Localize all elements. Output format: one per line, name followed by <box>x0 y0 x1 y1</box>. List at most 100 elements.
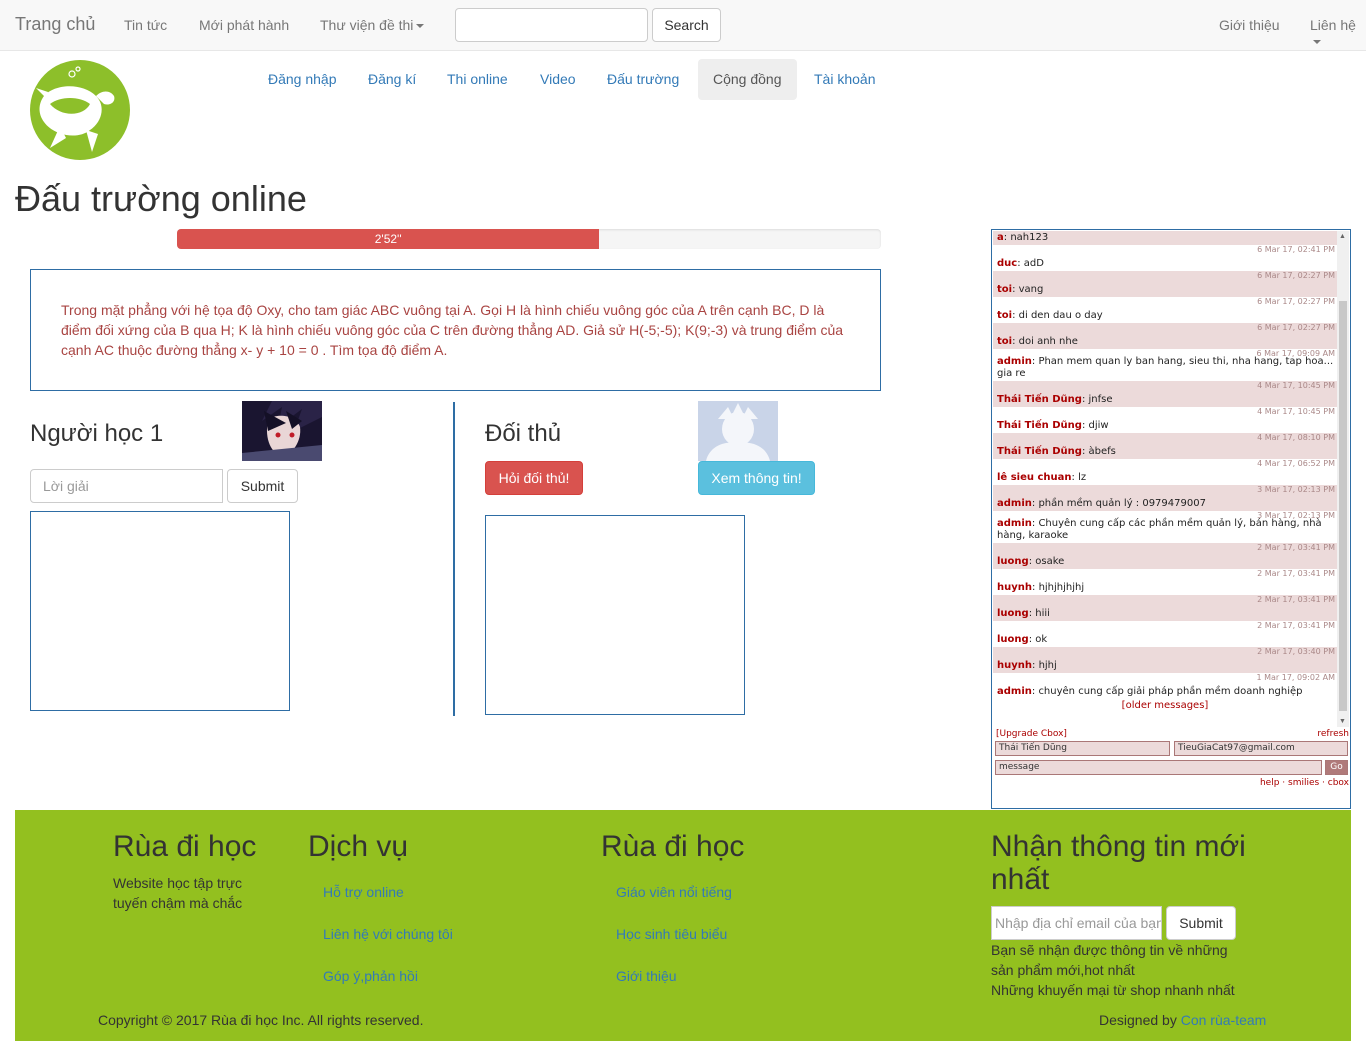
chat-message-date: 1 Mar 17, 09:02 AM <box>1256 673 1335 682</box>
chat-message-text: chuyên cung cấp giải pháp phần mềm doanh… <box>1038 686 1303 697</box>
chat-message: 4 Mar 17, 08:10 PM Thái Tiến Dũng: àbefs <box>993 433 1337 459</box>
chat-message-line: lê sieu chuan: lz <box>997 472 1087 483</box>
newsletter-promo-text: Những khuyến mại từ shop nhanh nhất <box>991 982 1235 998</box>
chat-message-line: admin: chuyên cung cấp giải pháp phần mề… <box>997 686 1303 697</box>
newsletter-email-input[interactable]: Nhập địa chỉ email của bạn <box>991 906 1162 940</box>
chat-message-author[interactable]: admin <box>997 356 1032 367</box>
designed-by: Designed by Con rùa-team <box>1099 1010 1266 1030</box>
copyright: Copyright © 2017 Rùa đi học Inc. All rig… <box>98 1012 424 1028</box>
search-input[interactable] <box>455 8 648 42</box>
chat-message: 2 Mar 17, 03:41 PM luong: hiii <box>993 595 1337 621</box>
chat-message-author[interactable]: Thái Tiến Dũng <box>997 446 1082 457</box>
chat-message-line: a: nah123 <box>997 232 1049 243</box>
chat-message-author[interactable]: Thái Tiến Dũng <box>997 394 1082 405</box>
footer-link-contact-us[interactable]: Liên hệ với chúng tôi <box>323 926 453 942</box>
chat-message-author[interactable]: duc <box>997 258 1017 269</box>
column-divider <box>453 402 455 716</box>
chat-message-author[interactable]: luong <box>997 634 1029 645</box>
chat-message-line: toi: doi anh nhe <box>997 336 1078 347</box>
chat-email-field[interactable]: TieuGiaCat97@gmail.com <box>1174 741 1348 756</box>
nav-contact[interactable]: Liên hệ <box>1310 17 1366 49</box>
chat-name-field[interactable]: Thái Tiến Dũng <box>995 741 1170 756</box>
view-info-button[interactable]: Xem thông tin! <box>698 461 815 495</box>
chat-message: 6 Mar 17, 02:27 PM toi: di den dau o day <box>993 297 1337 323</box>
chat-message-author[interactable]: a <box>997 232 1004 243</box>
refresh-link[interactable]: refresh <box>1317 729 1349 739</box>
chat-message-text: osake <box>1035 556 1065 567</box>
footer-link-online-support[interactable]: Hỗ trợ online <box>323 884 404 900</box>
opponent-answer-area <box>485 515 745 715</box>
chat-message: 4 Mar 17, 06:52 PM lê sieu chuan: lz <box>993 459 1337 485</box>
chat-message-author[interactable]: toi <box>997 284 1012 295</box>
pill-community[interactable]: Cộng đồng <box>698 59 797 100</box>
footer-about-title: Rùa đi học <box>113 830 257 863</box>
timer-progress: 2'52'' <box>177 229 881 249</box>
chat-box: a: nah123 6 Mar 17, 02:41 PM duc: adD 6 Mar… <box>991 229 1351 809</box>
answer-submit-button[interactable]: Submit <box>227 469 298 503</box>
nav-new-releases[interactable]: Mới phát hành <box>199 17 289 33</box>
chat-message-author[interactable]: luong <box>997 556 1029 567</box>
caret-down-icon <box>416 24 425 29</box>
chat-message-author[interactable]: admin <box>997 498 1032 509</box>
chat-message-date: 4 Mar 17, 08:10 PM <box>1257 433 1335 442</box>
upgrade-cbox-link[interactable]: [Upgrade Cbox] <box>996 729 1067 739</box>
chat-message-text: adD <box>1023 258 1044 269</box>
chat-message-text: hjhj <box>1038 660 1057 671</box>
chat-message-line: Thái Tiến Dũng: àbefs <box>997 446 1116 457</box>
pill-register[interactable]: Đăng kí <box>353 59 431 100</box>
chat-message-author[interactable]: toi <box>997 336 1012 347</box>
designer-link[interactable]: Con rùa-team <box>1181 1012 1267 1028</box>
pill-account[interactable]: Tài khoản <box>799 59 890 100</box>
search-button[interactable]: Search <box>652 8 721 42</box>
page-title: Đấu trường online <box>15 178 307 219</box>
footer-link-students[interactable]: Học sinh tiêu biểu <box>616 926 727 942</box>
chat-message-author[interactable]: huynh <box>997 660 1032 671</box>
chat-message-text: phần mềm quản lý : 0979479007 <box>1038 498 1206 509</box>
chat-message-author[interactable]: lê sieu chuan <box>997 472 1072 483</box>
pill-video[interactable]: Video <box>525 59 591 100</box>
chat-message-line: admin: Chuyên cung cấp các phần mềm quản… <box>997 518 1322 541</box>
chat-message-date: 2 Mar 17, 03:41 PM <box>1257 569 1335 578</box>
ask-opponent-button[interactable]: Hỏi đối thủ! <box>485 461 583 495</box>
turtle-logo[interactable] <box>30 60 130 160</box>
answer-input[interactable]: Lời giải <box>30 469 223 503</box>
pill-online-test[interactable]: Thi online <box>432 59 523 100</box>
nav-news[interactable]: Tin tức <box>124 17 167 33</box>
chat-scroll-thumb[interactable] <box>1339 301 1347 711</box>
newsletter-submit-button[interactable]: Submit <box>1166 906 1236 940</box>
chat-message-author[interactable]: toi <box>997 310 1012 321</box>
pill-arena[interactable]: Đấu trường <box>592 59 694 100</box>
pill-login[interactable]: Đăng nhập <box>253 59 352 100</box>
chat-message-line: luong: osake <box>997 556 1065 567</box>
scroll-down-icon[interactable]: ▼ <box>1339 718 1346 725</box>
chat-scrollbar[interactable]: ▲ ▼ <box>1337 231 1349 727</box>
nav-about[interactable]: Giới thiệu <box>1219 17 1280 33</box>
question-box: Trong mặt phẳng với hệ tọa độ Oxy, cho t… <box>30 269 881 391</box>
chat-message-author[interactable]: luong <box>997 608 1029 619</box>
chat-message-line: duc: adD <box>997 258 1044 269</box>
chat-message-text: di den dau o day <box>1018 310 1103 321</box>
chat-message-author[interactable]: admin <box>997 686 1032 697</box>
chat-go-button[interactable]: Go <box>1325 760 1348 775</box>
older-messages-link[interactable]: [older messages] <box>993 699 1337 713</box>
chat-message-field[interactable]: message <box>995 760 1322 775</box>
chat-message-author[interactable]: admin <box>997 518 1032 529</box>
chat-message: 4 Mar 17, 10:45 PM Thái Tiến Dũng: djiw <box>993 407 1337 433</box>
footer-link-teachers[interactable]: Giáo viên nổi tiếng <box>616 884 732 900</box>
chat-message: 1 Mar 17, 09:02 AM admin: chuyên cung cấp… <box>993 673 1337 699</box>
footer-newsletter-title: Nhận thông tin mới nhất <box>991 830 1246 896</box>
nav-exam-library[interactable]: Thư viện đề thi <box>320 17 425 33</box>
chat-message-text: hiii <box>1035 608 1050 619</box>
newsletter-text: Bạn sẽ nhận được thông tin về những sản … <box>991 942 1228 978</box>
brand-link[interactable]: Trang chủ <box>15 14 95 35</box>
chat-message-author[interactable]: Thái Tiến Dũng <box>997 420 1082 431</box>
footer-link-about[interactable]: Giới thiệu <box>616 968 677 984</box>
caret-down-icon <box>1313 40 1321 45</box>
scroll-up-icon[interactable]: ▲ <box>1339 233 1346 240</box>
chat-help-links[interactable]: help · smilies · cbox <box>1260 778 1349 788</box>
footer-link-feedback[interactable]: Góp ý,phản hồi <box>323 968 418 984</box>
chat-message-date: 2 Mar 17, 03:41 PM <box>1257 621 1335 630</box>
chat-message-author[interactable]: huynh <box>997 582 1032 593</box>
chat-message-line: luong: hiii <box>997 608 1050 619</box>
chat-message: 6 Mar 17, 02:27 PM toi: vang <box>993 271 1337 297</box>
